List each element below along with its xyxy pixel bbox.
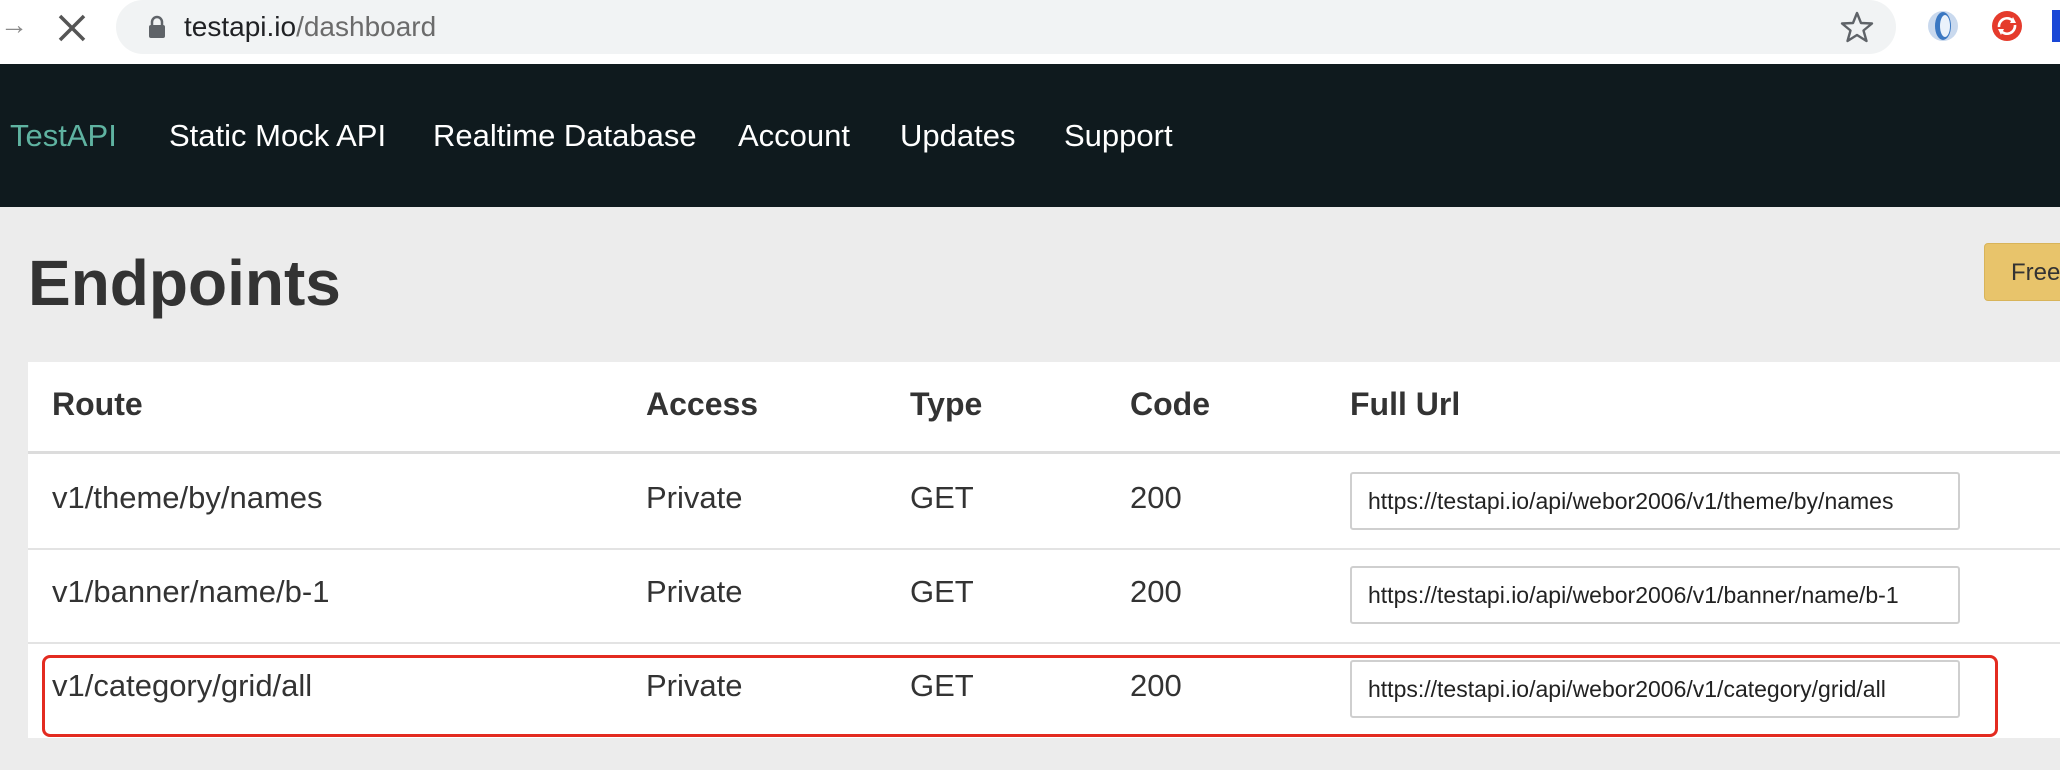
extension-icon-partial[interactable] [2052,10,2060,42]
route-cell: v1/theme/by/names [52,480,323,515]
route-cell: v1/category/grid/all [52,668,313,703]
code-cell: 200 [1130,574,1182,609]
nav-realtime-database[interactable]: Realtime Database [433,116,697,156]
type-cell: GET [910,574,974,609]
full-url-field[interactable] [1350,472,1960,530]
table-row: v1/banner/name/b-1 Private GET 200 [28,550,2060,644]
plan-badge-button[interactable]: Free [1984,243,2060,301]
page-title: Endpoints [28,247,341,319]
nav-static-mock-api[interactable]: Static Mock API [169,116,386,156]
site-navbar: TestAPI Static Mock API Realtime Databas… [0,64,2060,207]
access-cell: Private [646,480,743,515]
brand-link[interactable]: TestAPI [10,116,117,156]
type-cell: GET [910,668,974,703]
table-header: Route Access Type Code Full Url [28,362,2060,454]
type-cell: GET [910,480,974,515]
extension-icon[interactable] [1926,9,1960,43]
address-url: testapi.io/dashboard [184,11,437,42]
nav-updates[interactable]: Updates [900,116,1015,156]
browser-toolbar: → testapi.io/dashboard [0,0,2060,64]
access-cell: Private [646,574,743,609]
code-cell: 200 [1130,480,1182,515]
full-url-field[interactable] [1350,660,1960,718]
lock-icon [149,15,165,38]
endpoints-table: Route Access Type Code Full Url v1/theme… [28,362,2060,738]
access-cell: Private [646,668,743,703]
table-row: v1/category/grid/all Private GET 200 [28,644,2060,738]
full-url-field[interactable] [1350,566,1960,624]
header-access: Access [646,386,759,422]
nav-support[interactable]: Support [1064,116,1173,156]
forward-arrow-icon[interactable]: → [0,10,28,40]
table-row: v1/theme/by/names Private GET 200 [28,456,2060,550]
nav-account[interactable]: Account [738,116,850,156]
address-bar[interactable]: testapi.io/dashboard [116,0,1896,54]
code-cell: 200 [1130,668,1182,703]
bookmark-star-icon[interactable] [1840,10,1874,44]
sync-extension-icon[interactable] [1990,9,2024,43]
header-full-url: Full Url [1350,386,1461,422]
stop-loading-icon[interactable] [54,10,90,46]
header-type: Type [910,386,983,422]
header-route: Route [52,386,143,422]
header-code: Code [1130,386,1210,422]
route-cell: v1/banner/name/b-1 [52,574,330,609]
